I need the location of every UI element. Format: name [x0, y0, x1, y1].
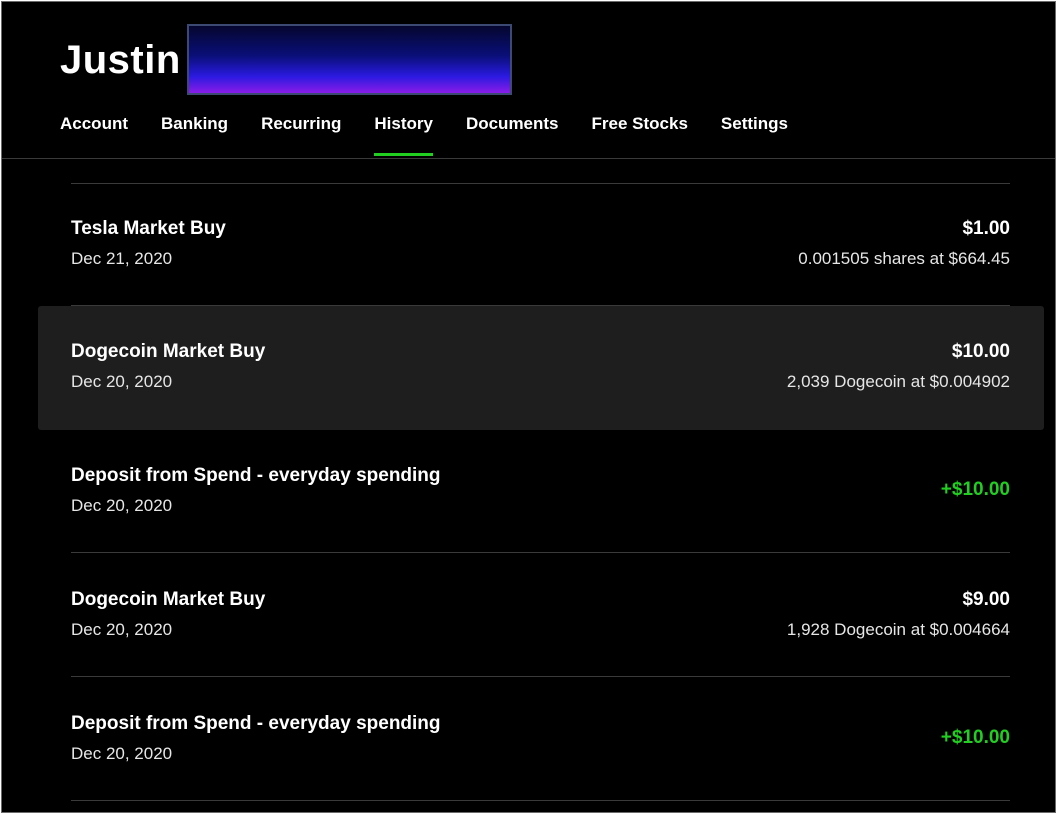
- tab-banking[interactable]: Banking: [161, 110, 228, 150]
- tab-settings[interactable]: Settings: [721, 110, 788, 150]
- transaction-date: Dec 20, 2020: [71, 744, 173, 763]
- transaction-date: Dec 20, 2020: [71, 496, 173, 515]
- user-name: Justin: [60, 38, 181, 82]
- redacted-last-name: [187, 24, 512, 95]
- transaction-title: Deposit from Spend - everyday spending: [71, 465, 441, 486]
- transaction-title: Tesla Market Buy: [71, 218, 226, 239]
- tab-free-stocks[interactable]: Free Stocks: [592, 110, 688, 150]
- transaction-detail: 0.001505 shares at $664.45: [798, 249, 1010, 268]
- tab-account[interactable]: Account: [60, 110, 128, 150]
- history-row-dogecoin-buy-2[interactable]: Dogecoin Market Buy Dec 20, 2020 $9.00 1…: [71, 555, 1010, 677]
- transaction-detail: 2,039 Dogecoin at $0.004902: [786, 372, 1010, 391]
- row-divider: [71, 800, 1010, 801]
- tab-recurring[interactable]: Recurring: [261, 110, 341, 150]
- transaction-amount: $9.00: [962, 589, 1010, 610]
- transaction-date: Dec 21, 2020: [71, 249, 173, 268]
- row-divider: [71, 552, 1010, 553]
- transaction-amount: $1.00: [962, 218, 1010, 239]
- transaction-detail: 1,928 Dogecoin at $0.004664: [786, 620, 1010, 639]
- transaction-amount: $10.00: [951, 341, 1010, 362]
- history-row-deposit-1[interactable]: Deposit from Spend - everyday spending D…: [71, 431, 1010, 553]
- transaction-amount: +$10.00: [940, 727, 1010, 748]
- account-header: Justin Account Banking Recurring History…: [2, 2, 1055, 159]
- history-row-tesla-buy[interactable]: Tesla Market Buy Dec 21, 2020 $1.00 0.00…: [71, 184, 1010, 306]
- tab-history[interactable]: History: [374, 110, 433, 156]
- history-row-dogecoin-buy-1[interactable]: Dogecoin Market Buy Dec 20, 2020 $10.00 …: [38, 306, 1044, 430]
- transaction-title: Deposit from Spend - everyday spending: [71, 713, 441, 734]
- app-window: Justin Account Banking Recurring History…: [1, 1, 1056, 813]
- tab-documents[interactable]: Documents: [466, 110, 559, 150]
- transaction-title: Dogecoin Market Buy: [71, 589, 266, 610]
- transaction-date: Dec 20, 2020: [71, 372, 173, 391]
- transaction-amount: +$10.00: [940, 479, 1010, 500]
- account-tabs: Account Banking Recurring History Docume…: [60, 110, 821, 156]
- transaction-date: Dec 20, 2020: [71, 620, 173, 639]
- history-row-deposit-2[interactable]: Deposit from Spend - everyday spending D…: [71, 679, 1010, 801]
- row-divider: [71, 676, 1010, 677]
- transaction-title: Dogecoin Market Buy: [71, 341, 266, 362]
